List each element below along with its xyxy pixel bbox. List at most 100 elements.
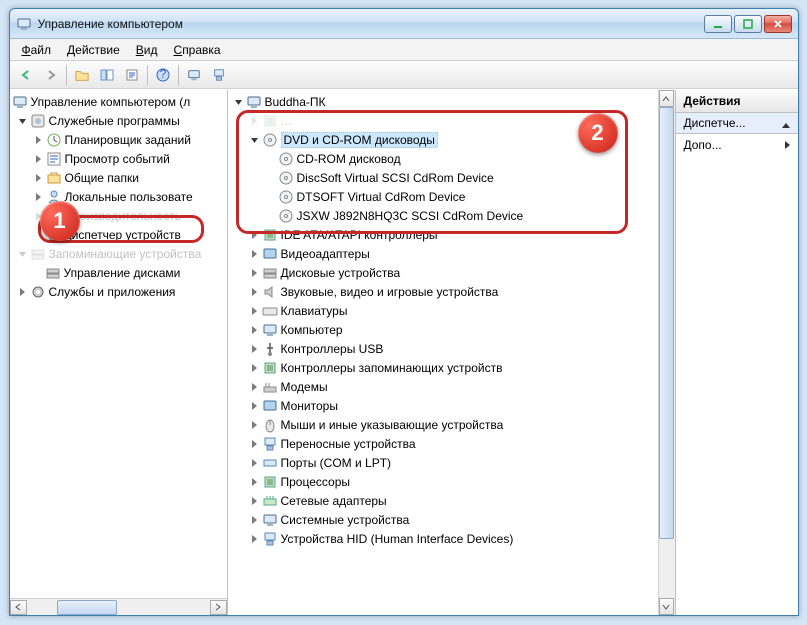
device-category-cpu[interactable]: Процессоры (228, 472, 675, 491)
maximize-button[interactable] (734, 15, 762, 33)
system-device-icon (262, 512, 278, 528)
device-category-usb[interactable]: Контроллеры USB (228, 339, 675, 358)
collapse-icon[interactable] (16, 114, 29, 127)
device-category-monitor[interactable]: Мониторы (228, 396, 675, 415)
scroll-thumb[interactable] (659, 107, 674, 539)
device-item[interactable]: DTSOFT Virtual CdRom Device (228, 187, 675, 206)
scroll-up-button[interactable] (659, 90, 674, 107)
expand-icon[interactable] (32, 152, 45, 165)
menu-view[interactable]: Вид (128, 41, 166, 59)
expand-icon[interactable] (248, 361, 261, 374)
expand-icon[interactable] (248, 247, 261, 260)
tree-shared-folders[interactable]: Общие папки (10, 168, 227, 187)
expand-icon[interactable] (248, 399, 261, 412)
main-window: Управление компьютером Файл Действие Вид… (9, 8, 799, 616)
collapse-icon[interactable] (248, 133, 261, 146)
device-category-hidden[interactable]: … (228, 111, 675, 130)
titlebar[interactable]: Управление компьютером (10, 9, 798, 39)
device-category-sound[interactable]: Звуковые, видео и игровые устройства (228, 282, 675, 301)
device-category-network[interactable]: Сетевые адаптеры (228, 491, 675, 510)
actions-section[interactable]: Диспетче... (676, 113, 798, 134)
tree-services-apps[interactable]: Службы и приложения (10, 282, 227, 301)
tree-disk-management[interactable]: Управление дисками (10, 263, 227, 282)
expand-icon[interactable] (248, 323, 261, 336)
device-category-ports[interactable]: Порты (COM и LPT) (228, 453, 675, 472)
actions-more[interactable]: Допо... (676, 134, 798, 156)
collapse-icon[interactable] (16, 247, 29, 260)
modem-icon (262, 379, 278, 395)
device-category-modem[interactable]: Модемы (228, 377, 675, 396)
tree-event-viewer[interactable]: Просмотр событий (10, 149, 227, 168)
usb-icon (262, 341, 278, 357)
expand-icon[interactable] (248, 228, 261, 241)
scroll-right-button[interactable] (210, 600, 227, 615)
tree-performance[interactable]: Производительность (10, 206, 227, 225)
close-button[interactable] (764, 15, 792, 33)
navigation-pane[interactable]: Управление компьютером (л Служебные прог… (10, 90, 228, 615)
hid-icon (262, 531, 278, 547)
toolbar-up-button[interactable] (70, 63, 94, 87)
svg-text:?: ? (159, 68, 166, 81)
expand-icon[interactable] (248, 513, 261, 526)
tree-root[interactable]: Управление компьютером (л (10, 92, 227, 111)
menu-action[interactable]: Действие (59, 41, 128, 59)
scroll-down-button[interactable] (659, 598, 674, 615)
device-tree-pane[interactable]: Buddha-ПК … DVD и CD-ROM дисководы CD-RO… (228, 90, 676, 615)
toolbar-back-button[interactable] (14, 63, 38, 87)
device-root[interactable]: Buddha-ПК (228, 92, 675, 111)
expand-icon[interactable] (16, 285, 29, 298)
expand-icon[interactable] (248, 494, 261, 507)
expand-icon[interactable] (248, 418, 261, 431)
device-manager-icon (45, 227, 61, 243)
expand-icon[interactable] (248, 266, 261, 279)
expand-icon[interactable] (248, 285, 261, 298)
expand-icon[interactable] (248, 304, 261, 317)
device-category-dvd[interactable]: DVD и CD-ROM дисководы (228, 130, 675, 149)
expand-icon[interactable] (32, 133, 45, 146)
device-category-portable[interactable]: Переносные устройства (228, 434, 675, 453)
device-category-system[interactable]: Системные устройства (228, 510, 675, 529)
expand-icon[interactable] (248, 456, 261, 469)
menu-file[interactable]: Файл (14, 41, 60, 59)
vertical-scrollbar[interactable] (658, 90, 675, 615)
tree-storage[interactable]: Запоминающие устройства (10, 244, 227, 263)
expand-icon[interactable] (248, 437, 261, 450)
expand-icon[interactable] (248, 475, 261, 488)
scroll-thumb[interactable] (57, 600, 117, 615)
cd-icon (278, 170, 294, 186)
device-category-computer[interactable]: Компьютер (228, 320, 675, 339)
device-category-hid[interactable]: Устройства HID (Human Interface Devices) (228, 529, 675, 548)
tree-task-scheduler[interactable]: Планировщик заданий (10, 130, 227, 149)
toolbar-show-hide-tree-button[interactable] (95, 63, 119, 87)
expand-icon[interactable] (248, 532, 261, 545)
tree-device-manager[interactable]: Диспетчер устройств (10, 225, 227, 244)
tree-system-tools[interactable]: Служебные программы (10, 111, 227, 130)
device-item[interactable]: JSXW J892N8HQ3C SCSI CdRom Device (228, 206, 675, 225)
expand-icon[interactable] (248, 342, 261, 355)
toolbar-scan-button[interactable] (182, 63, 206, 87)
menu-help[interactable]: Справка (166, 41, 229, 59)
device-category-video[interactable]: Видеоадаптеры (228, 244, 675, 263)
expand-icon[interactable] (32, 171, 45, 184)
device-item[interactable]: CD-ROM дисковод (228, 149, 675, 168)
toolbar-help-button[interactable]: ? (151, 63, 175, 87)
users-icon (46, 189, 62, 205)
horizontal-scrollbar[interactable] (10, 598, 227, 615)
collapse-icon[interactable] (232, 95, 245, 108)
scroll-left-button[interactable] (10, 600, 27, 615)
cd-icon (278, 189, 294, 205)
toolbar-refresh-button[interactable] (207, 63, 231, 87)
expand-icon[interactable] (32, 209, 45, 222)
device-category-disk[interactable]: Дисковые устройства (228, 263, 675, 282)
device-category-storage-ctl[interactable]: Контроллеры запоминающих устройств (228, 358, 675, 377)
toolbar-forward-button[interactable] (39, 63, 63, 87)
device-item[interactable]: DiscSoft Virtual SCSI CdRom Device (228, 168, 675, 187)
minimize-button[interactable] (704, 15, 732, 33)
toolbar-properties-button[interactable] (120, 63, 144, 87)
device-category-mouse[interactable]: Мыши и иные указывающие устройства (228, 415, 675, 434)
device-category-ide[interactable]: IDE ATA/ATAPI контроллеры (228, 225, 675, 244)
expand-icon[interactable] (248, 380, 261, 393)
tree-local-users[interactable]: Локальные пользовате (10, 187, 227, 206)
device-category-keyboard[interactable]: Клавиатуры (228, 301, 675, 320)
expand-icon[interactable] (32, 190, 45, 203)
